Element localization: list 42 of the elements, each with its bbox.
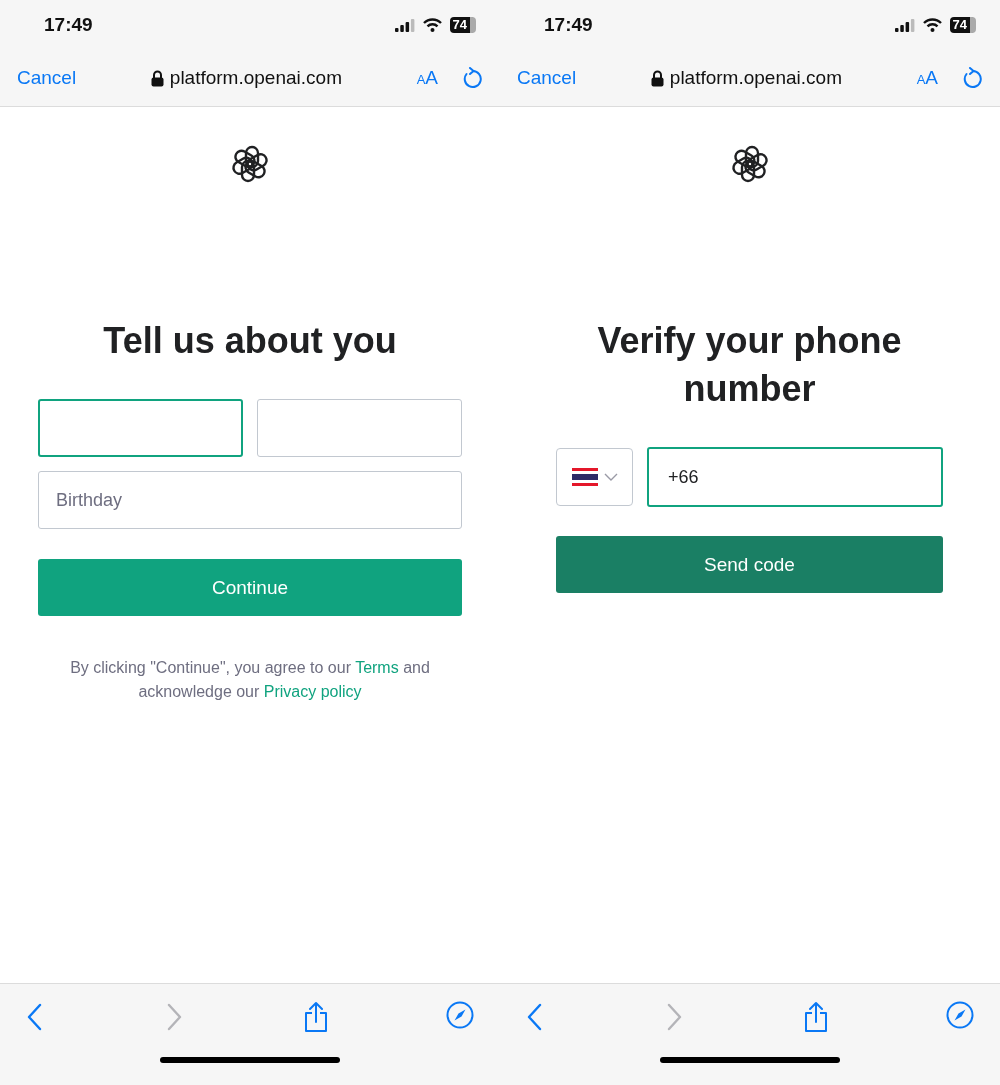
reload-button[interactable] [962, 67, 982, 89]
text-size-button[interactable]: AA [416, 67, 438, 89]
last-name-field[interactable] [257, 399, 462, 457]
clock-time: 17:49 [544, 14, 593, 36]
address-text[interactable]: platform.openai.com [169, 67, 342, 89]
terms-notice: By clicking "Continue", you agree to our Terms and acknowledge our Privacy policy [69, 658, 431, 702]
flag-icon [571, 468, 598, 486]
text-size-button[interactable]: AA [916, 67, 938, 89]
share-button[interactable] [802, 1001, 829, 1033]
lock-icon [650, 69, 664, 87]
policy-link[interactable]: Privacy policy [263, 683, 362, 700]
signal-icon [894, 18, 915, 32]
logo-icon [730, 145, 769, 183]
lock-icon [150, 69, 164, 87]
cancel-button[interactable]: Cancel [517, 67, 577, 89]
policy-link[interactable]: Terms [355, 659, 399, 676]
page-heading: Verify your phone number [596, 319, 903, 411]
chevron-icon [603, 473, 618, 481]
share-button[interactable] [302, 1001, 329, 1033]
clock-time: 17:49 [44, 14, 93, 36]
signal-icon [394, 18, 415, 32]
reload-icon [962, 67, 982, 89]
phone-field[interactable]: +66 [647, 447, 943, 507]
share-icon [302, 1001, 329, 1033]
wifi-icon [922, 18, 942, 32]
country-select[interactable] [556, 448, 633, 506]
send-code-button[interactable]: Send code [556, 536, 943, 593]
logo-icon [231, 145, 269, 183]
wifi-icon [422, 18, 442, 32]
battery-level: 74 [949, 17, 976, 33]
compass-icon [446, 1001, 474, 1029]
birthday-field[interactable]: Birthday [38, 471, 462, 529]
first-name-field[interactable] [38, 399, 243, 457]
reload-icon [462, 67, 482, 89]
reload-button[interactable] [462, 67, 482, 89]
address-text[interactable]: platform.openai.com [669, 67, 842, 89]
cancel-button[interactable]: Cancel [17, 67, 77, 89]
compass-icon [946, 1001, 974, 1029]
battery-level: 74 [449, 17, 476, 33]
continue-button[interactable]: Continue [38, 559, 462, 616]
page-heading: Tell us about you [102, 319, 398, 363]
share-icon [802, 1001, 829, 1033]
